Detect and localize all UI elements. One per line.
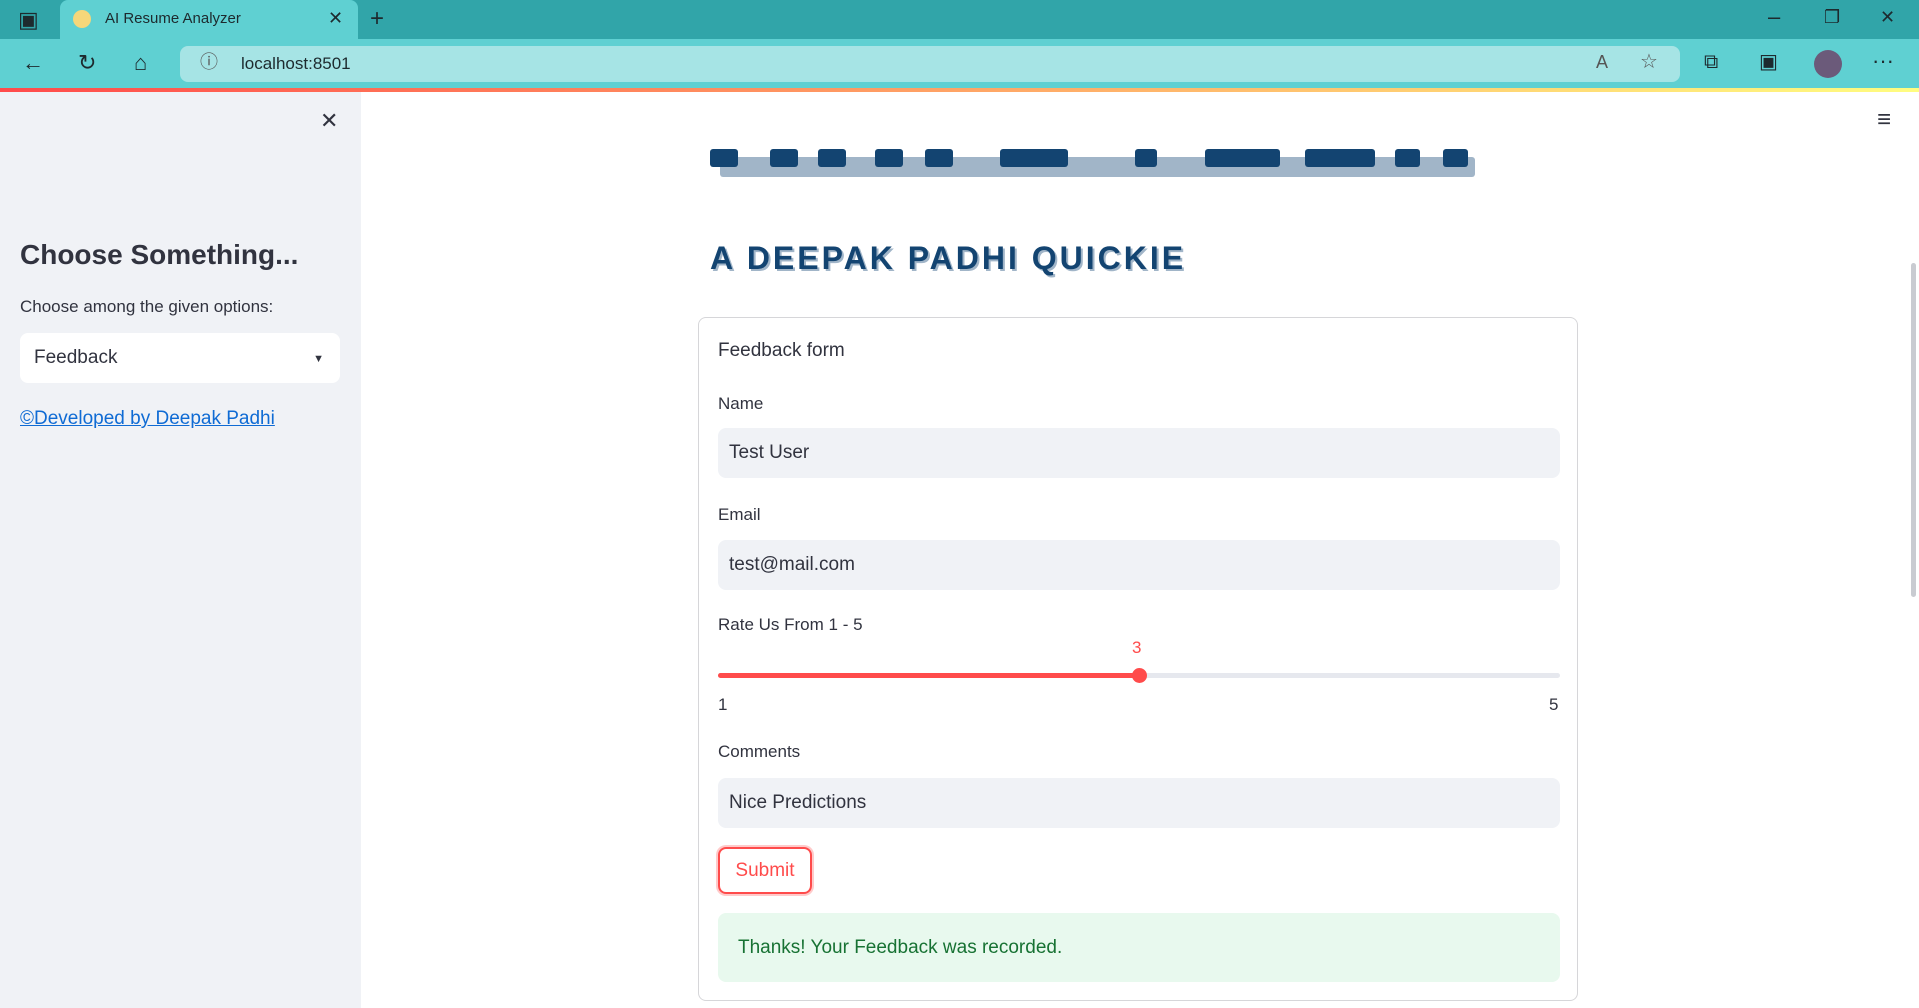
rating-min: 1 [718,695,728,714]
chevron-down-icon: ▼ [313,353,324,365]
comments-label: Comments [718,742,801,761]
info-icon[interactable]: ⓘ [200,53,218,71]
close-sidebar-icon[interactable]: ✕ [320,110,338,132]
collections-icon[interactable]: ⧉ [1704,52,1718,72]
feedback-form: Feedback form Name Test User Email test@… [698,317,1578,1001]
hamburger-menu-icon[interactable]: ≡ [1877,108,1891,132]
email-input[interactable]: test@mail.com [718,540,1560,590]
comments-input[interactable]: Nice Predictions [718,778,1560,828]
back-icon[interactable]: ← [22,52,44,74]
logo-image [710,149,1475,179]
sidebar: ✕ Choose Something... Choose among the g… [0,92,361,1008]
more-icon[interactable]: ··· [1872,50,1894,72]
read-aloud-icon[interactable]: A [1596,53,1608,71]
minimize-icon[interactable]: – [1768,6,1780,28]
submit-button[interactable]: Submit [718,847,812,894]
new-tab-icon[interactable]: + [370,7,384,31]
favicon-icon [73,10,91,28]
sidebar-title: Choose Something... [20,239,299,270]
refresh-icon[interactable]: ↻ [78,52,96,74]
math-solver-icon[interactable]: ▣ [1759,52,1778,72]
slider-fill [718,673,1139,678]
browser-tab[interactable]: AI Resume Analyzer ✕ [60,0,358,39]
email-label: Email [718,505,761,524]
address-bar[interactable]: ⓘ localhost:8501 A ☆ [180,46,1680,82]
tab-title: AI Resume Analyzer [105,10,241,27]
profile-avatar[interactable] [1814,50,1842,78]
slider-thumb[interactable] [1132,668,1147,683]
sidebar-toggle-icon[interactable]: ▣ [18,9,39,31]
home-icon[interactable]: ⌂ [134,52,147,74]
select-label: Choose among the given options: [20,297,274,316]
close-tab-icon[interactable]: ✕ [328,9,343,27]
option-select[interactable]: Feedback ▼ [20,333,340,383]
rating-value: 3 [1132,638,1142,657]
favorites-icon[interactable]: ☆ [1640,52,1658,72]
restore-icon[interactable]: ❐ [1824,8,1840,26]
rating-label: Rate Us From 1 - 5 [718,615,863,634]
rating-max: 5 [1549,695,1559,714]
name-label: Name [718,394,764,413]
url-text[interactable]: localhost:8501 [241,54,351,74]
rating-slider[interactable] [718,668,1560,683]
name-input[interactable]: Test User [718,428,1560,478]
main-content: ≡ A DEEPAK PADHI QUICKIE Feedback form N… [361,92,1919,1008]
scrollbar[interactable] [1911,263,1916,597]
form-title: Feedback form [718,340,845,361]
developer-link[interactable]: ©Developed by Deepak Padhi [20,408,275,430]
success-alert: Thanks! Your Feedback was recorded. [718,913,1560,982]
select-value: Feedback [34,347,118,368]
page-subtitle: A DEEPAK PADHI QUICKIE [710,240,1187,276]
close-window-icon[interactable]: ✕ [1880,8,1895,26]
